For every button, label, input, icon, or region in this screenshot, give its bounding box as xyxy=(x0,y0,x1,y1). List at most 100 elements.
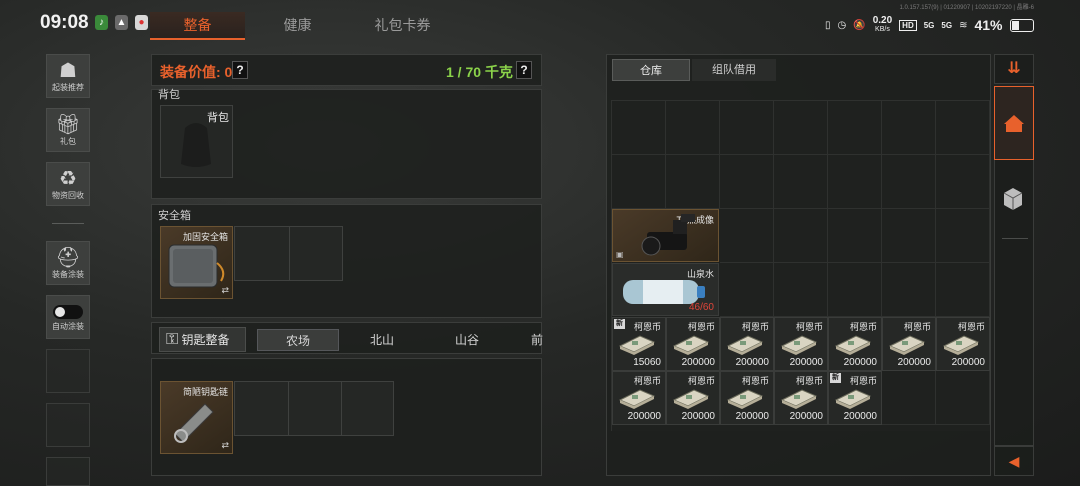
backpack-slot-label: 背包 xyxy=(207,112,229,124)
home-tab[interactable] xyxy=(994,86,1034,160)
sidebar-empty-slot xyxy=(46,457,90,486)
backpack-section-label: 背包 xyxy=(158,89,180,101)
battery-icon xyxy=(1009,18,1034,32)
banknote-stack-icon xyxy=(942,335,980,355)
build-info: 1.0.157.157(9) | 01220907 | 10202197220 … xyxy=(899,5,1034,11)
alarm-icon: ◷ xyxy=(837,19,847,31)
team-borrow-tab[interactable]: 组队借用 xyxy=(692,59,776,81)
swap-icon[interactable]: ⇄ xyxy=(221,285,229,296)
vibrate-icon: ▯ xyxy=(825,19,831,31)
banknote-stack-icon xyxy=(888,335,926,355)
recycle-icon: ♻︎ xyxy=(59,168,77,190)
coin-item-count: 15060 xyxy=(633,357,661,368)
app-notification-icon: ♪ xyxy=(95,15,108,30)
coin-item-count: 200000 xyxy=(897,357,931,368)
coin-stack-item[interactable]: 柯恩币 200000 xyxy=(720,371,774,425)
network-speed: 0.20 KB/s xyxy=(872,15,893,34)
key-tab-farm[interactable]: 农场 xyxy=(257,329,339,351)
equipment-value: 装备价值: 0 xyxy=(160,64,233,80)
coin-stack-item[interactable]: 柯恩币 200000 xyxy=(666,371,720,425)
thermal-camera-item[interactable]: T7热成像 ▣ xyxy=(612,209,719,262)
tab-health[interactable]: 健康 xyxy=(250,12,345,38)
spring-water-count: 46/60 xyxy=(688,302,714,313)
banknote-stack-icon xyxy=(618,389,656,409)
sidebar-empty-slot xyxy=(46,349,90,393)
banknote-stack-icon xyxy=(726,389,764,409)
coin-item-count: 200000 xyxy=(789,357,823,368)
mute-bell-icon: 🔕 xyxy=(853,19,866,31)
key-storage-grid[interactable] xyxy=(234,381,394,436)
safe-box-storage-grid[interactable] xyxy=(234,226,343,281)
key-chain-item[interactable]: 简陋钥匙链 ⇄ xyxy=(160,381,233,454)
android-icon: ▲ xyxy=(115,15,128,30)
coin-item-count: 200000 xyxy=(627,411,661,422)
home-icon xyxy=(1004,115,1024,132)
gift-icon: 🎁︎ xyxy=(55,114,81,136)
sort-button[interactable]: ⇊ xyxy=(994,54,1034,84)
coin-stack-item[interactable]: 柯恩币 200000 xyxy=(666,317,720,371)
coin-item-count: 200000 xyxy=(735,357,769,368)
right-divider xyxy=(1002,238,1028,239)
signal-2: 5G xyxy=(941,20,953,30)
paint-equipment-button[interactable]: ⛑︎ 装备涂装 xyxy=(46,241,90,285)
coin-item-count: 200000 xyxy=(681,411,715,422)
toggle-icon[interactable] xyxy=(53,305,83,319)
coin-item-count: 200000 xyxy=(681,357,715,368)
collapse-button[interactable]: ◀ xyxy=(994,446,1034,476)
banknote-stack-icon xyxy=(672,389,710,409)
sidebar-empty-slot xyxy=(46,403,90,447)
coin-stack-item[interactable]: 柯恩币 200000 xyxy=(828,317,882,371)
key-tab-front[interactable]: 前 xyxy=(511,329,543,351)
tab-gift-cards[interactable]: 礼包卡券 xyxy=(350,12,455,38)
coin-stack-item[interactable]: 柯恩币 200000 xyxy=(936,317,990,371)
auto-paint-toggle[interactable]: 自动涂装 xyxy=(46,295,90,339)
banknote-stack-icon xyxy=(834,389,872,409)
weight-capacity: 1 / 70 千克 xyxy=(446,64,513,80)
coin-item-count: 200000 xyxy=(951,357,985,368)
safe-box-item[interactable]: 加固安全箱 ⇄ xyxy=(160,226,233,299)
backpack-slot[interactable]: 背包 xyxy=(160,105,233,178)
value-help-button[interactable]: ? xyxy=(232,61,248,79)
gift-button[interactable]: 🎁︎ 礼包 xyxy=(46,108,90,152)
safe-box-section-label: 安全箱 xyxy=(158,210,191,222)
sidebar-divider xyxy=(52,223,84,224)
warehouse-tab[interactable]: 仓库 xyxy=(612,59,690,81)
hd-badge: HD xyxy=(899,19,917,31)
coin-stack-item[interactable]: 柯恩币 200000 xyxy=(720,317,774,371)
banknote-stack-icon xyxy=(726,335,764,355)
box-tab[interactable] xyxy=(994,165,1034,235)
loadout-recommend-button[interactable]: ☗ 起装推荐 xyxy=(46,54,90,98)
tab-equip[interactable]: 整备 xyxy=(150,12,245,40)
signal-1: 5G xyxy=(923,20,935,30)
weight-help-button[interactable]: ? xyxy=(516,61,532,79)
thermal-camera-icon xyxy=(641,214,695,256)
banknote-stack-icon xyxy=(618,335,656,355)
item-type-icon: ▣ xyxy=(616,250,624,259)
key-tab-north-hill[interactable]: 北山 xyxy=(341,329,423,351)
soldier-loadout-icon: ☗ xyxy=(59,60,77,82)
banknote-stack-icon xyxy=(780,335,818,355)
key-tab-valley[interactable]: 山谷 xyxy=(425,329,509,351)
key-icon: ⚿ xyxy=(166,331,179,348)
new-badge: 新 xyxy=(614,319,625,329)
battery-percent: 41% xyxy=(974,17,1003,33)
wifi-icon: ≋ xyxy=(959,19,968,31)
coin-stack-item[interactable]: 柯恩币 200000 xyxy=(612,371,666,425)
coin-stack-item[interactable]: 柯恩币 200000 xyxy=(774,317,828,371)
spring-water-item[interactable]: 山泉水 46/60 xyxy=(612,263,719,316)
coin-item-count: 200000 xyxy=(843,411,877,422)
coin-stack-item[interactable]: 柯恩币 200000 新 xyxy=(828,371,882,425)
system-status-icons: ▯ ◷ 🔕 0.20 KB/s HD 5G 5G ≋ 41% xyxy=(825,13,1034,37)
banknote-stack-icon xyxy=(780,389,818,409)
map-pin-icon: ● xyxy=(135,15,148,30)
coin-stack-item[interactable]: 柯恩币 15060 新 xyxy=(612,317,666,371)
swap-icon[interactable]: ⇄ xyxy=(221,440,229,451)
status-time: 09:08 xyxy=(40,12,89,33)
coin-stack-item[interactable]: 柯恩币 200000 xyxy=(774,371,828,425)
coin-stack-item[interactable]: 柯恩币 200000 xyxy=(882,317,936,371)
recycle-button[interactable]: ♻︎ 物资回收 xyxy=(46,162,90,206)
key-setup-button[interactable]: ⚿ 钥匙整备 xyxy=(159,327,246,352)
back-arrow-icon: ◀ xyxy=(1008,453,1020,469)
warehouse-grid[interactable]: T7热成像 ▣ 山泉水 46/60 柯恩币 15060 新柯恩币 200000 柯恩币 2… xyxy=(611,100,990,431)
banknote-stack-icon xyxy=(672,335,710,355)
